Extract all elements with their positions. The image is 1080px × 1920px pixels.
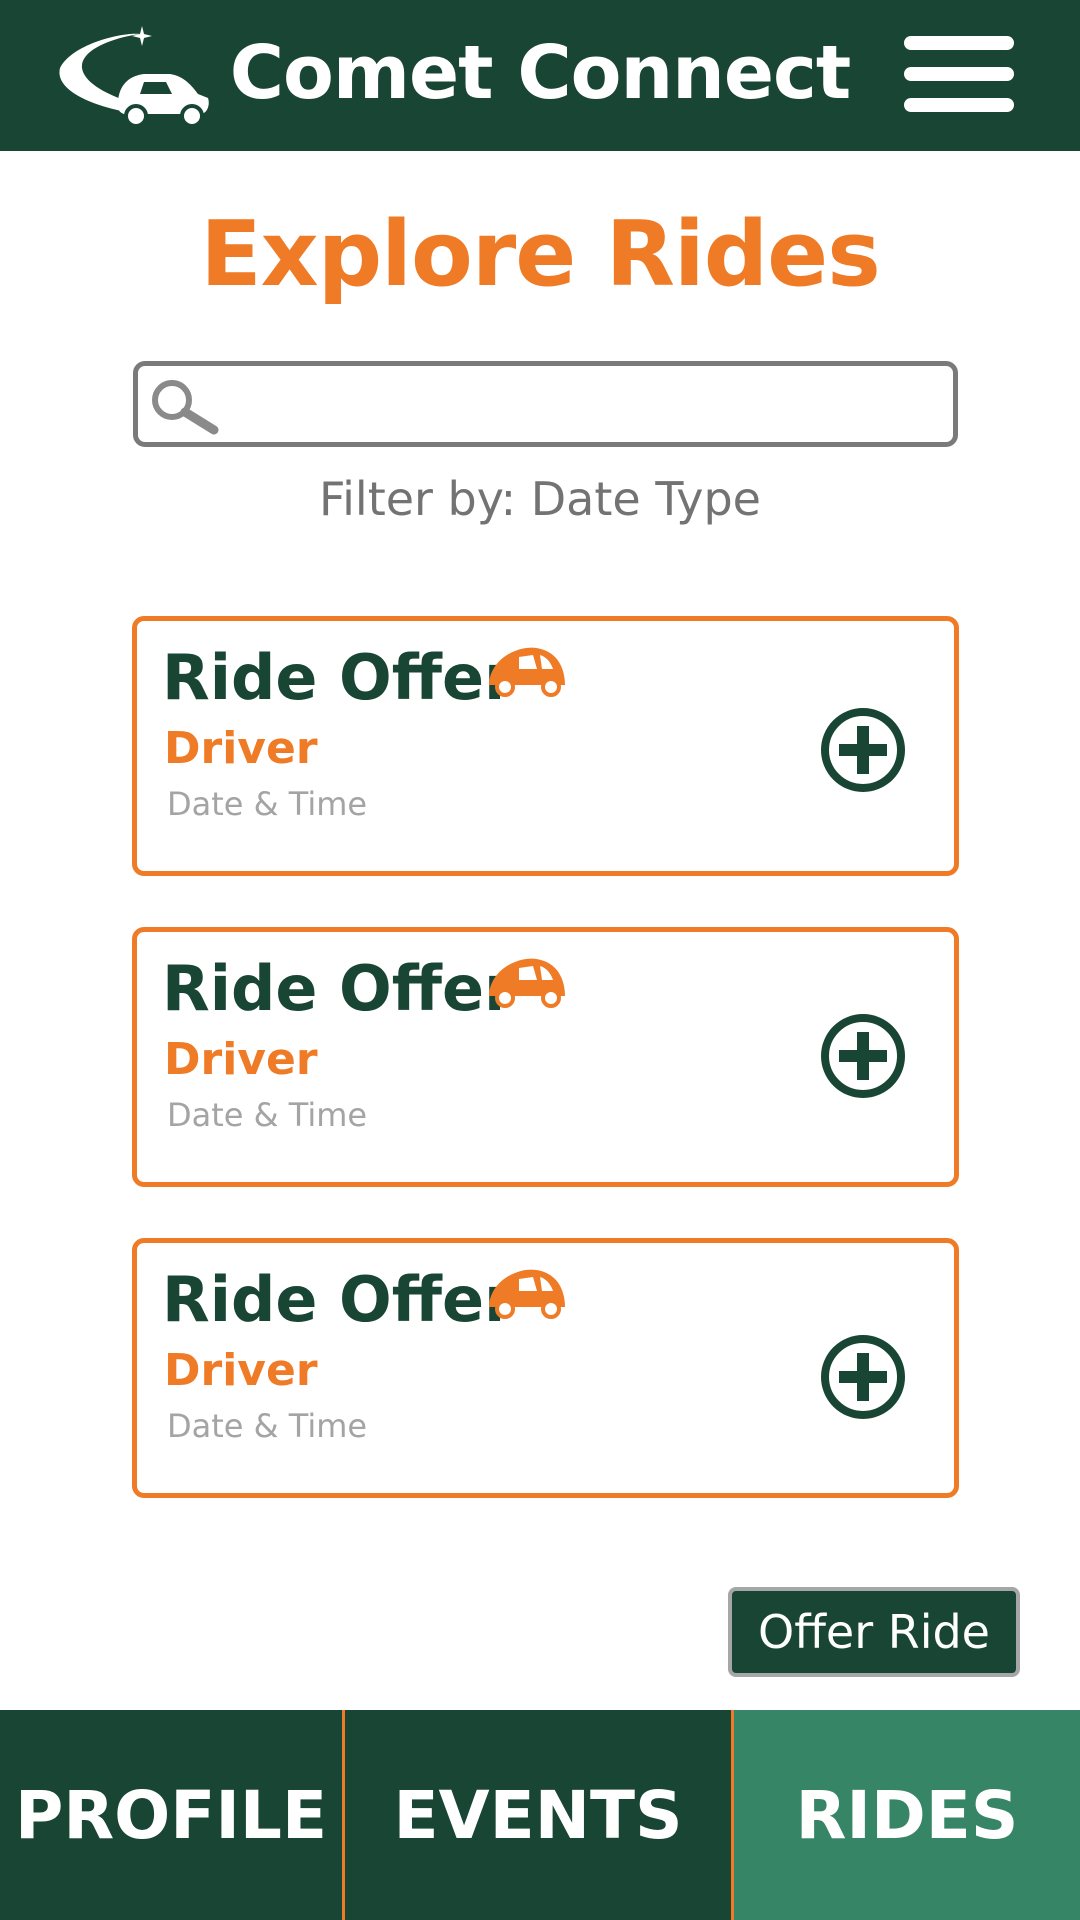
app-title: Comet Connect <box>229 30 852 116</box>
tab-profile[interactable]: PROFILE <box>0 1710 345 1920</box>
ride-title: Ride Offer <box>162 641 515 714</box>
ride-datetime: Date & Time <box>167 1096 368 1134</box>
search-box[interactable] <box>133 361 958 447</box>
car-icon <box>489 647 565 697</box>
add-ride-button-plus-icon[interactable] <box>819 706 907 794</box>
tab-events[interactable]: EVENTS <box>345 1710 734 1920</box>
comet-car-logo-icon <box>59 26 209 128</box>
search-icon <box>152 380 219 435</box>
ride-title: Ride Offer <box>162 1263 515 1336</box>
filter-label[interactable]: Filter by: Date Type <box>0 472 1080 526</box>
ride-datetime: Date & Time <box>167 785 368 823</box>
ride-driver: Driver <box>164 723 318 774</box>
ride-driver: Driver <box>164 1345 318 1396</box>
offer-ride-button[interactable]: Offer Ride <box>728 1587 1020 1677</box>
ride-card[interactable]: Ride Offer Driver Date & Time <box>132 927 959 1187</box>
app-header: Comet Connect <box>0 0 1080 151</box>
menu-line <box>904 98 1014 112</box>
ride-card[interactable]: Ride Offer Driver Date & Time <box>132 616 959 876</box>
page-title: Explore Rides <box>200 202 881 307</box>
hamburger-menu-icon[interactable] <box>904 36 1014 112</box>
ride-driver: Driver <box>164 1034 318 1085</box>
car-icon <box>489 1269 565 1319</box>
search-input[interactable] <box>228 374 939 436</box>
ride-card[interactable]: Ride Offer Driver Date & Time <box>132 1238 959 1498</box>
ride-title: Ride Offer <box>162 952 515 1025</box>
bottom-tab-bar: PROFILE EVENTS RIDES <box>0 1710 1080 1920</box>
menu-line <box>904 36 1014 50</box>
menu-line <box>904 67 1014 81</box>
ride-datetime: Date & Time <box>167 1407 368 1445</box>
tab-rides-active[interactable]: RIDES <box>734 1710 1080 1920</box>
add-ride-button-plus-icon[interactable] <box>819 1333 907 1421</box>
add-ride-button-plus-icon[interactable] <box>819 1012 907 1100</box>
car-icon <box>489 958 565 1008</box>
